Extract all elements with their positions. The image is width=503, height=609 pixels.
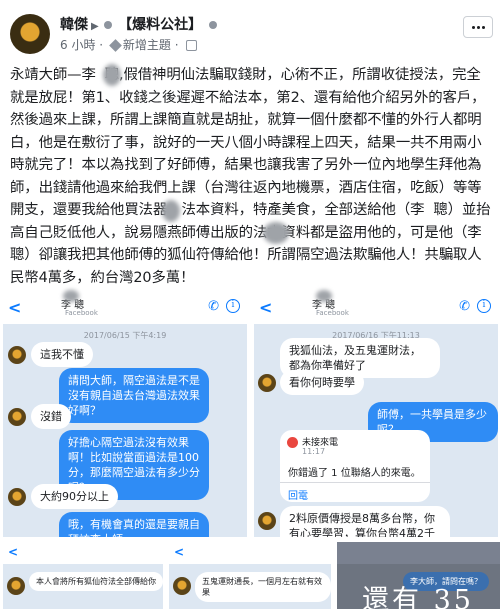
arrow-right-icon: ▶	[91, 21, 99, 32]
info-icon[interactable]: i	[226, 299, 240, 313]
contact-sub: Facebook	[316, 309, 349, 317]
chat-header: <	[169, 542, 331, 564]
back-chevron-icon[interactable]: <	[8, 298, 21, 317]
call-description: 你錯過了 1 位聯絡人的來電。	[288, 468, 421, 479]
contact-avatar	[258, 512, 276, 530]
chat-header: < 李 聰 Facebook ✆ i	[3, 292, 247, 324]
message-incoming: 沒錯	[31, 404, 71, 429]
more-options-button[interactable]	[463, 16, 493, 38]
post-body: 永靖大師—李 聰,假借神明仙法騙取錢財，心術不正，所謂收徒授法，完全就是放屁！第…	[10, 67, 491, 286]
chat-screenshot-4: < 五鬼運財通長，一個月左右就有效果	[169, 542, 331, 609]
chat-screenshot-1: < 李 聰 Facebook ✆ i 2017/06/15 下午4:19 這我不…	[3, 292, 247, 537]
back-chevron-icon[interactable]: <	[259, 298, 272, 317]
divider	[280, 482, 430, 483]
message-incoming: 五鬼運財通長，一個月左右就有效果	[195, 572, 331, 602]
blur-redaction	[63, 290, 79, 302]
message-incoming: 2料原價傳授是8萬多台幣，你有心要學習，算你台幣4萬2千元。	[280, 506, 450, 537]
blur-redaction	[162, 200, 180, 222]
call-back-button[interactable]: 回電	[288, 487, 308, 502]
chat-header: <	[3, 542, 163, 564]
contact-avatar	[8, 346, 26, 364]
author-avatar[interactable]	[10, 14, 50, 54]
status-dot-icon	[208, 21, 217, 29]
chat-screenshot-2: < 李 聰 Facebook ✆ i 2017/06/16 下午11:13 我狐…	[254, 292, 498, 537]
message-incoming: 這我不懂	[31, 342, 93, 367]
audience-icon	[186, 40, 198, 51]
message-outgoing: 請問大師，隔空過法是不是沒有親自過去台灣過法效果好啊？	[59, 368, 209, 423]
call-time: 11:17	[302, 447, 326, 456]
contact-sub: Facebook	[65, 309, 98, 317]
chat-header	[337, 542, 500, 564]
back-chevron-icon[interactable]: <	[174, 545, 184, 559]
chat-date: 2017/06/15 下午4:19	[83, 331, 167, 340]
chat-header: < 李 聰 Facebook ✆ i	[254, 292, 498, 324]
blur-redaction	[316, 290, 332, 302]
post-header: 韓傑 ▶ 【爆料公社】 6 小時 · 新增主題 ·	[10, 8, 493, 60]
group-dot-icon	[103, 21, 112, 29]
post-meta: 6 小時 · 新增主題 ·	[60, 36, 198, 53]
phone-icon[interactable]: ✆	[459, 299, 470, 314]
message-incoming: 看你何時要學	[280, 370, 364, 395]
missed-call-icon	[287, 437, 298, 448]
author-line: 韓傑 ▶ 【爆料公社】	[60, 14, 219, 34]
group-name[interactable]: 【爆料公社】	[118, 17, 202, 33]
contact-avatar	[8, 408, 26, 426]
chat-screenshot-3: < 本人會將所有狐仙符法全部傳給你	[3, 542, 163, 609]
blur-redaction	[103, 64, 121, 86]
author-name[interactable]: 韓傑	[60, 17, 88, 33]
message-incoming: 本人會將所有狐仙符法全部傳給你	[29, 572, 163, 591]
contact-avatar	[7, 577, 25, 595]
post-topic[interactable]: 新增主題	[123, 38, 171, 52]
blur-redaction	[263, 222, 289, 244]
contact-avatar	[173, 577, 191, 595]
back-chevron-icon[interactable]: <	[8, 545, 18, 559]
message-incoming: 大約90分以上	[31, 484, 118, 509]
info-icon[interactable]: i	[477, 299, 491, 313]
message-outgoing: 哦，有機會真的還是要親自拜訪李大師……	[59, 512, 209, 537]
contact-avatar	[8, 488, 26, 506]
post-time[interactable]: 6 小時	[60, 38, 95, 52]
phone-icon[interactable]: ✆	[208, 299, 219, 314]
contact-avatar	[258, 374, 276, 392]
remaining-photos-count[interactable]: 還有 35	[362, 578, 474, 609]
tag-icon	[109, 39, 122, 52]
missed-call-card: 未接來電 11:17 你錯過了 1 位聯絡人的來電。 回電	[280, 430, 430, 502]
